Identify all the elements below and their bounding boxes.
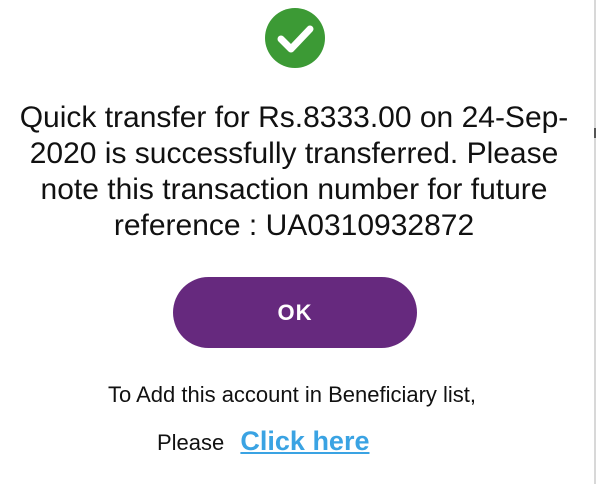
success-message: Quick transfer for Rs.8333.00 on 24-Sep-… [19, 101, 569, 242]
add-beneficiary-text: To Add this account in Beneficiary list, [107, 382, 477, 407]
ok-button[interactable]: OK [173, 277, 417, 348]
transfer-success-dialog: Quick transfer for Rs.8333.00 on 24-Sep-… [0, 0, 596, 484]
add-beneficiary-prompt: Please Click here [157, 423, 369, 461]
check-circle-icon [265, 8, 325, 68]
please-label: Please [157, 430, 225, 455]
click-here-link[interactable]: Click here [240, 423, 369, 459]
